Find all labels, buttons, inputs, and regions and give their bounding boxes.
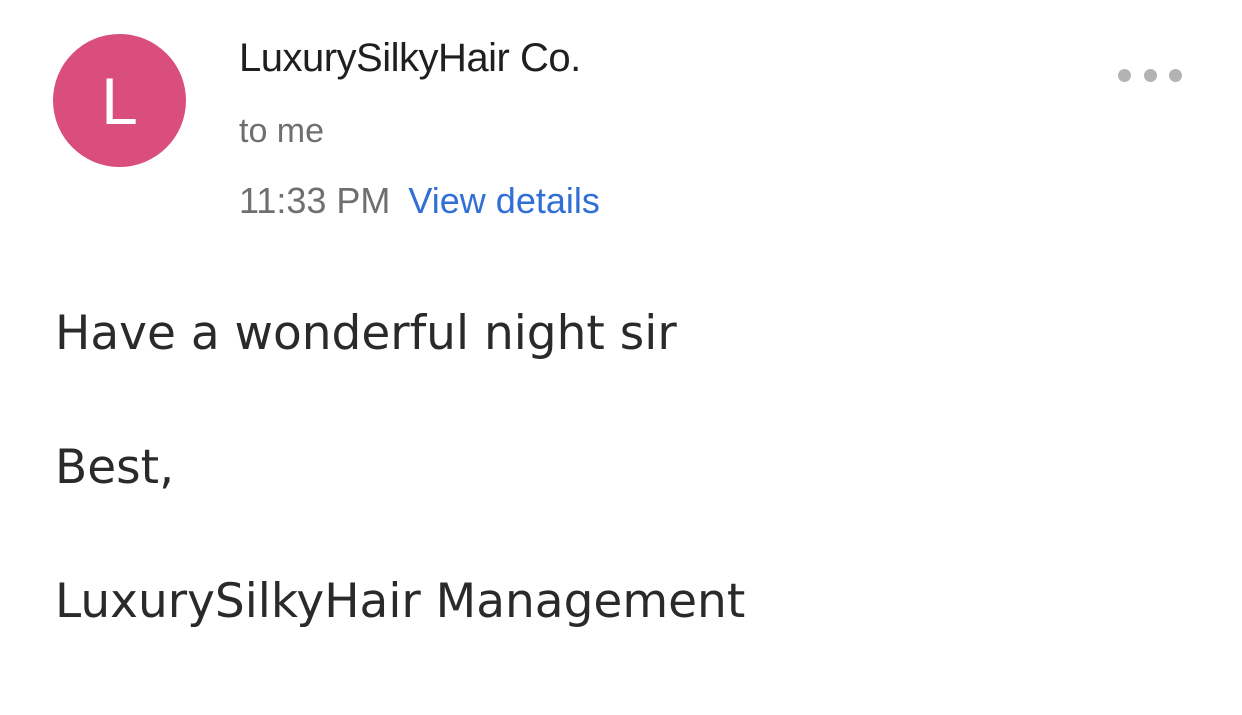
- more-horizontal-icon: [1169, 68, 1182, 82]
- message-line-closing: Best,: [55, 440, 175, 495]
- message-line-signature: LuxurySilkyHair Management: [55, 574, 746, 629]
- sender-avatar[interactable]: L: [53, 34, 186, 167]
- sender-name[interactable]: LuxurySilkyHair Co.: [239, 36, 581, 81]
- recipient-text: to me: [239, 112, 325, 150]
- view-details-link[interactable]: View details: [408, 180, 599, 222]
- avatar-initial: L: [101, 63, 138, 138]
- more-options-button[interactable]: [1118, 60, 1182, 90]
- more-horizontal-icon: [1143, 68, 1157, 82]
- message-time: 11:33 PM: [239, 180, 391, 221]
- message-meta: 11:33 PM View details: [239, 180, 600, 222]
- more-horizontal-icon: [1118, 68, 1131, 82]
- message-line-greeting: Have a wonderful night sir: [55, 306, 677, 361]
